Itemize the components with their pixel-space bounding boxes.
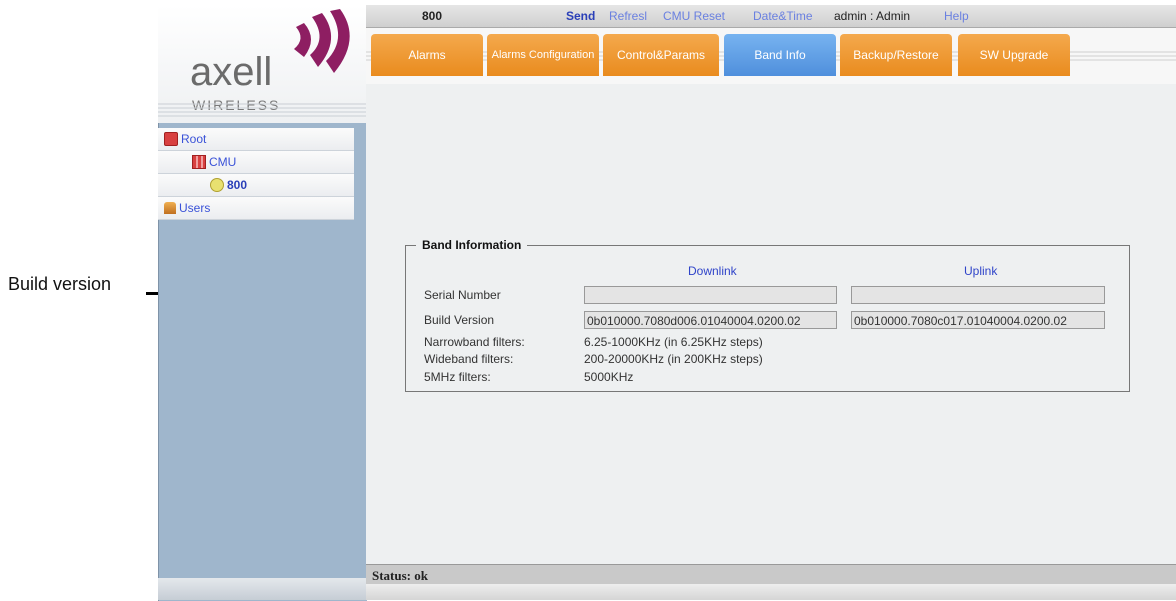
wideband-value: 200-20000KHz (in 200KHz steps) (584, 352, 763, 366)
tab-alarms[interactable]: Alarms (371, 34, 483, 76)
status-bar: Status: ok (366, 564, 1176, 585)
tree-item-800[interactable]: 800 (158, 174, 354, 197)
fivemhz-label: 5MHz filters: (424, 370, 491, 384)
narrowband-label: Narrowband filters: (424, 335, 525, 349)
group-title: Band Information (422, 238, 522, 252)
date-time-link[interactable]: Date&Time (753, 9, 813, 23)
uplink-header: Uplink (964, 264, 998, 278)
bottom-divider (366, 584, 1176, 600)
serial-downlink-field (584, 286, 837, 304)
root-node-icon (164, 132, 178, 146)
logo-swoosh-icon (294, 9, 350, 73)
build-downlink-field: 0b010000.7080d006.01040004.0200.02 (584, 311, 837, 329)
wideband-label: Wideband filters: (424, 352, 514, 366)
left-divider (158, 100, 366, 122)
tab-band-info[interactable]: Band Info (724, 34, 836, 76)
users-icon (164, 202, 176, 214)
narrowband-value: 6.25-1000KHz (in 6.25KHz steps) (584, 335, 763, 349)
device-name: 800 (422, 9, 443, 23)
send-link[interactable]: Send (566, 9, 595, 23)
tab-backup-restore[interactable]: Backup/Restore (840, 34, 952, 76)
user-info: admin : Admin (834, 9, 911, 23)
refresh-link[interactable]: Refresl (609, 9, 647, 23)
tab-alarms-configuration[interactable]: Alarms Configuration (487, 34, 599, 76)
tree-item-label: 800 (227, 178, 248, 192)
tree-item-root[interactable]: Root (158, 128, 354, 151)
navigation-tree: Root CMU 800 Users (158, 128, 354, 220)
help-link[interactable]: Help (944, 9, 969, 23)
left-footer (158, 578, 366, 600)
tree-item-label: Root (181, 132, 207, 146)
tree-item-label: CMU (209, 155, 237, 169)
tree-item-users[interactable]: Users (158, 197, 354, 220)
tab-control-params[interactable]: Control&Params (603, 34, 719, 76)
callout-label: Build version (8, 274, 112, 294)
logo-brand: axell (190, 50, 273, 94)
status-text: Status: ok (372, 568, 428, 583)
top-toolbar: 800 Send Refresl CMU Reset Date&Time adm… (366, 5, 1176, 28)
cmu-reset-link[interactable]: CMU Reset (663, 9, 725, 23)
tree-item-label: Users (179, 201, 211, 215)
downlink-header: Downlink (688, 264, 737, 278)
serial-number-label: Serial Number (424, 288, 501, 302)
tab-sw-upgrade[interactable]: SW Upgrade (958, 34, 1070, 76)
tree-item-cmu[interactable]: CMU (158, 151, 354, 174)
fivemhz-value: 5000KHz (584, 370, 634, 384)
device-node-icon (210, 178, 224, 192)
cmu-grid-icon (192, 155, 206, 169)
serial-uplink-field (851, 286, 1105, 304)
build-version-label: Build Version (424, 313, 495, 327)
build-uplink-field: 0b010000.7080c017.01040004.0200.02 (851, 311, 1105, 329)
